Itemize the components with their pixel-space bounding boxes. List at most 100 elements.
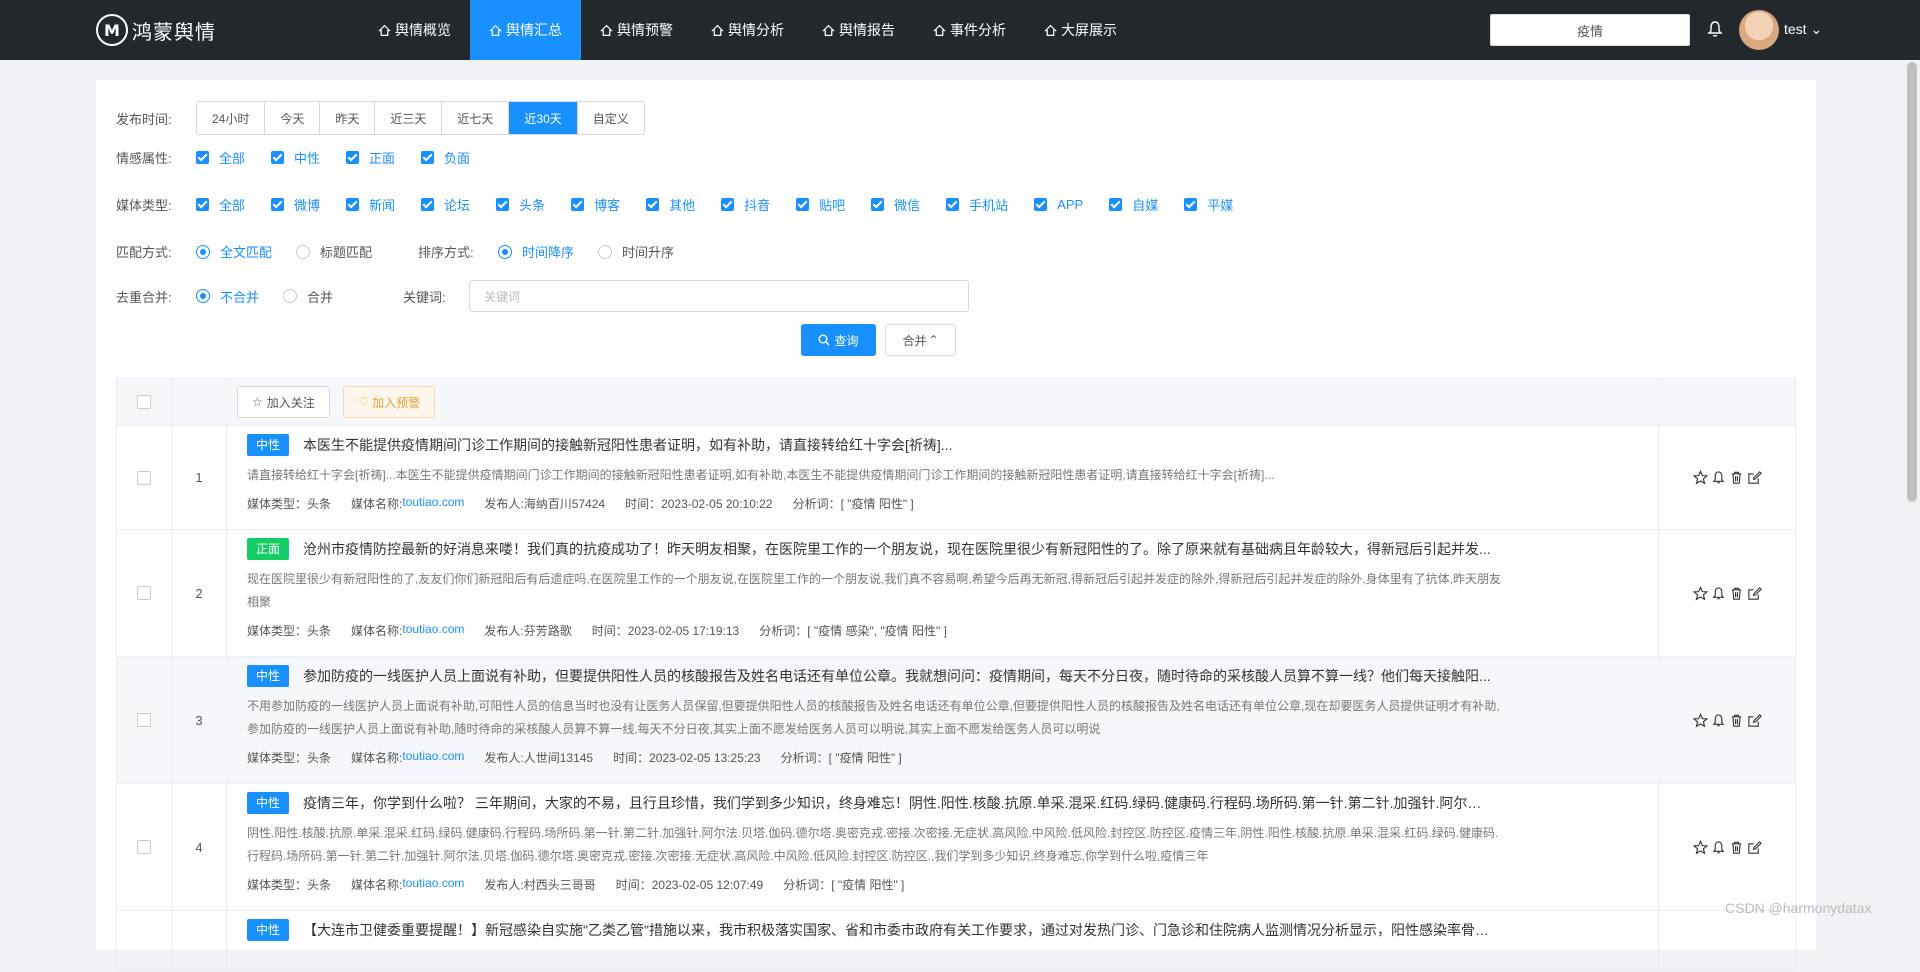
row-num-cell [172, 911, 227, 970]
media-checkbox[interactable]: 头条 [496, 195, 545, 214]
media-checkbox[interactable]: 全部 [196, 195, 245, 214]
bell-icon[interactable] [1711, 470, 1726, 485]
media-checkbox[interactable]: 自媒 [1109, 195, 1158, 214]
media-name-link[interactable]: toutiao.com [402, 622, 464, 639]
table-row[interactable]: 1 中性 本医生不能提供疫情期间门诊工作期间的接触新冠阳性患者证明，如有补助，请直… [117, 426, 1795, 530]
bell-icon[interactable] [1711, 713, 1726, 728]
sentiment-checkbox[interactable]: 全部 [196, 148, 245, 167]
bell-icon[interactable] [1711, 586, 1726, 601]
bell-icon[interactable] [1711, 840, 1726, 855]
dedup-radio-nomerge[interactable]: 不合并 [196, 287, 259, 306]
time-option[interactable]: 近三天 [375, 102, 443, 134]
trash-icon[interactable] [1729, 586, 1744, 601]
select-all-checkbox[interactable] [137, 395, 151, 409]
follow-button[interactable]: ☆ 加入关注 [237, 386, 330, 418]
nav-item-summary[interactable]: 舆情汇总 [470, 0, 581, 60]
media-checkbox[interactable]: 新闻 [346, 195, 395, 214]
user-menu[interactable]: test ⌄ [1784, 21, 1822, 38]
nav-item-event-analysis[interactable]: 事件分析 [914, 0, 1025, 60]
star-icon[interactable] [1692, 712, 1708, 728]
time-option[interactable]: 24小时 [197, 102, 266, 134]
table-row[interactable]: 3 中性 参加防疫的一线医护人员上面说有补助，但要提供阳性人员的核酸报告及姓名电话… [117, 657, 1795, 784]
nav-item-overview[interactable]: 舆情概览 [359, 0, 470, 60]
media-name-link[interactable]: toutiao.com [402, 495, 464, 512]
row-checkbox[interactable] [137, 586, 151, 600]
star-icon[interactable] [1692, 470, 1708, 485]
media-checkbox[interactable]: 手机站 [946, 195, 1008, 214]
sentiment-tag: 中性 [247, 434, 290, 456]
checkbox-checked-icon [1184, 198, 1198, 211]
edit-icon[interactable] [1747, 840, 1762, 855]
row-checkbox[interactable] [137, 713, 151, 727]
table-row[interactable]: 中性 【大连市卫健委重要提醒！】新冠感染自实施"乙类乙管"措施以来，我市积极落实国… [117, 911, 1795, 971]
row-ops-cell [1659, 426, 1795, 529]
star-icon[interactable] [1692, 839, 1708, 855]
query-button[interactable]: 查询 [801, 324, 876, 356]
sort-radio-desc[interactable]: 时间降序 [498, 242, 574, 261]
time-option[interactable]: 昨天 [320, 102, 376, 134]
article-title[interactable]: 【大连市卫健委重要提醒！】新冠感染自实施"乙类乙管"措施以来，我市积极落实国家、… [303, 920, 1493, 940]
checkbox-checked-icon [196, 151, 209, 164]
merge-toggle-button[interactable]: 合并 ⌃ [885, 324, 956, 356]
sort-radio-asc[interactable]: 时间升序 [598, 242, 674, 261]
article-meta: 媒体类型：头条 媒体名称: toutiao.com 发布人:海纳百川57424 … [247, 495, 1648, 512]
row-checkbox[interactable] [137, 470, 151, 485]
sentiment-checkbox[interactable]: 中性 [271, 148, 320, 167]
star-icon[interactable] [1692, 585, 1708, 601]
header-ops-cell [1659, 379, 1795, 425]
trash-icon[interactable] [1729, 470, 1744, 485]
checkbox-checked-icon [796, 198, 810, 211]
checkbox-checked-icon [346, 198, 360, 211]
article-title[interactable]: 沧州市疫情防控最新的好消息来喽！我们真的抗疫成功了！昨天明友相聚，在医院里工作的… [303, 539, 1493, 559]
media-checkbox[interactable]: 论坛 [421, 195, 470, 214]
sentiment-tag: 中性 [247, 792, 290, 814]
search-input[interactable]: 疫情 [1490, 14, 1690, 46]
checkbox-label: 全部 [219, 151, 246, 166]
media-checkbox[interactable]: 其他 [646, 195, 695, 214]
trash-icon[interactable] [1729, 840, 1744, 855]
nav-item-report[interactable]: 舆情报告 [803, 0, 914, 60]
article-title[interactable]: 疫情三年，你学到什么啦？ 三年期间，大家的不易，且行且珍惜，我们学到多少知识，终… [303, 793, 1493, 813]
brand-logo[interactable]: M 鸿蒙舆情 [96, 14, 216, 46]
sentiment-checkbox[interactable]: 正面 [346, 148, 395, 167]
time-option[interactable]: 自定义 [577, 102, 644, 134]
avatar[interactable] [1739, 10, 1779, 50]
edit-icon[interactable] [1747, 713, 1762, 728]
media-checkbox[interactable]: 博客 [571, 195, 620, 214]
sentiment-checkbox[interactable]: 负面 [421, 148, 470, 167]
dedup-radio-merge[interactable]: 合并 [283, 287, 333, 306]
warn-button[interactable]: ♡ 加入预警 [343, 386, 436, 418]
table-row[interactable]: 2 正面 沧州市疫情防控最新的好消息来喽！我们真的抗疫成功了！昨天明友相聚，在医院… [117, 530, 1795, 657]
publisher: 发布人:芬芳路歌 [484, 624, 572, 638]
media-checkbox[interactable]: 微博 [271, 195, 320, 214]
time-option[interactable]: 今天 [265, 102, 321, 134]
trash-icon[interactable] [1729, 713, 1744, 728]
match-radio-title[interactable]: 标题匹配 [296, 242, 372, 261]
media-checkbox[interactable]: APP [1034, 197, 1083, 212]
page-scrollbar[interactable] [1907, 62, 1917, 502]
row-checkbox[interactable] [137, 840, 151, 854]
media-checkbox[interactable]: 贴吧 [796, 195, 845, 214]
media-checkbox[interactable]: 微信 [871, 195, 920, 214]
nav-item-warning[interactable]: 舆情预警 [581, 0, 692, 60]
checkbox-label: 平媒 [1207, 198, 1234, 213]
chevron-down-icon: ⌄ [1810, 21, 1823, 37]
table-row[interactable]: 4 中性 疫情三年，你学到什么啦？ 三年期间，大家的不易，且行且珍惜，我们学到多少… [117, 784, 1795, 911]
row-ops-cell [1659, 530, 1795, 656]
article-title[interactable]: 本医生不能提供疫情期间门诊工作期间的接触新冠阳性患者证明，如有补助，请直接转给红… [303, 435, 1493, 455]
bell-icon: ♡ [358, 395, 370, 409]
media-name-link[interactable]: toutiao.com [402, 876, 464, 893]
keyword-input[interactable]: 关键词 [469, 280, 970, 312]
edit-icon[interactable] [1747, 470, 1762, 485]
match-radio-fulltext[interactable]: 全文匹配 [196, 242, 272, 261]
media-checkbox[interactable]: 抖音 [721, 195, 770, 214]
media-name-link[interactable]: toutiao.com [402, 749, 464, 766]
time-option-selected[interactable]: 近30天 [509, 102, 578, 134]
bell-icon[interactable] [1706, 20, 1724, 38]
time-option[interactable]: 近七天 [442, 102, 510, 134]
edit-icon[interactable] [1747, 586, 1762, 601]
nav-item-bigscreen[interactable]: 大屏展示 [1025, 0, 1136, 60]
nav-item-analysis[interactable]: 舆情分析 [692, 0, 803, 60]
media-checkbox[interactable]: 平媒 [1184, 195, 1233, 214]
article-title[interactable]: 参加防疫的一线医护人员上面说有补助，但要提供阳性人员的核酸报告及姓名电话还有单位… [303, 666, 1493, 686]
